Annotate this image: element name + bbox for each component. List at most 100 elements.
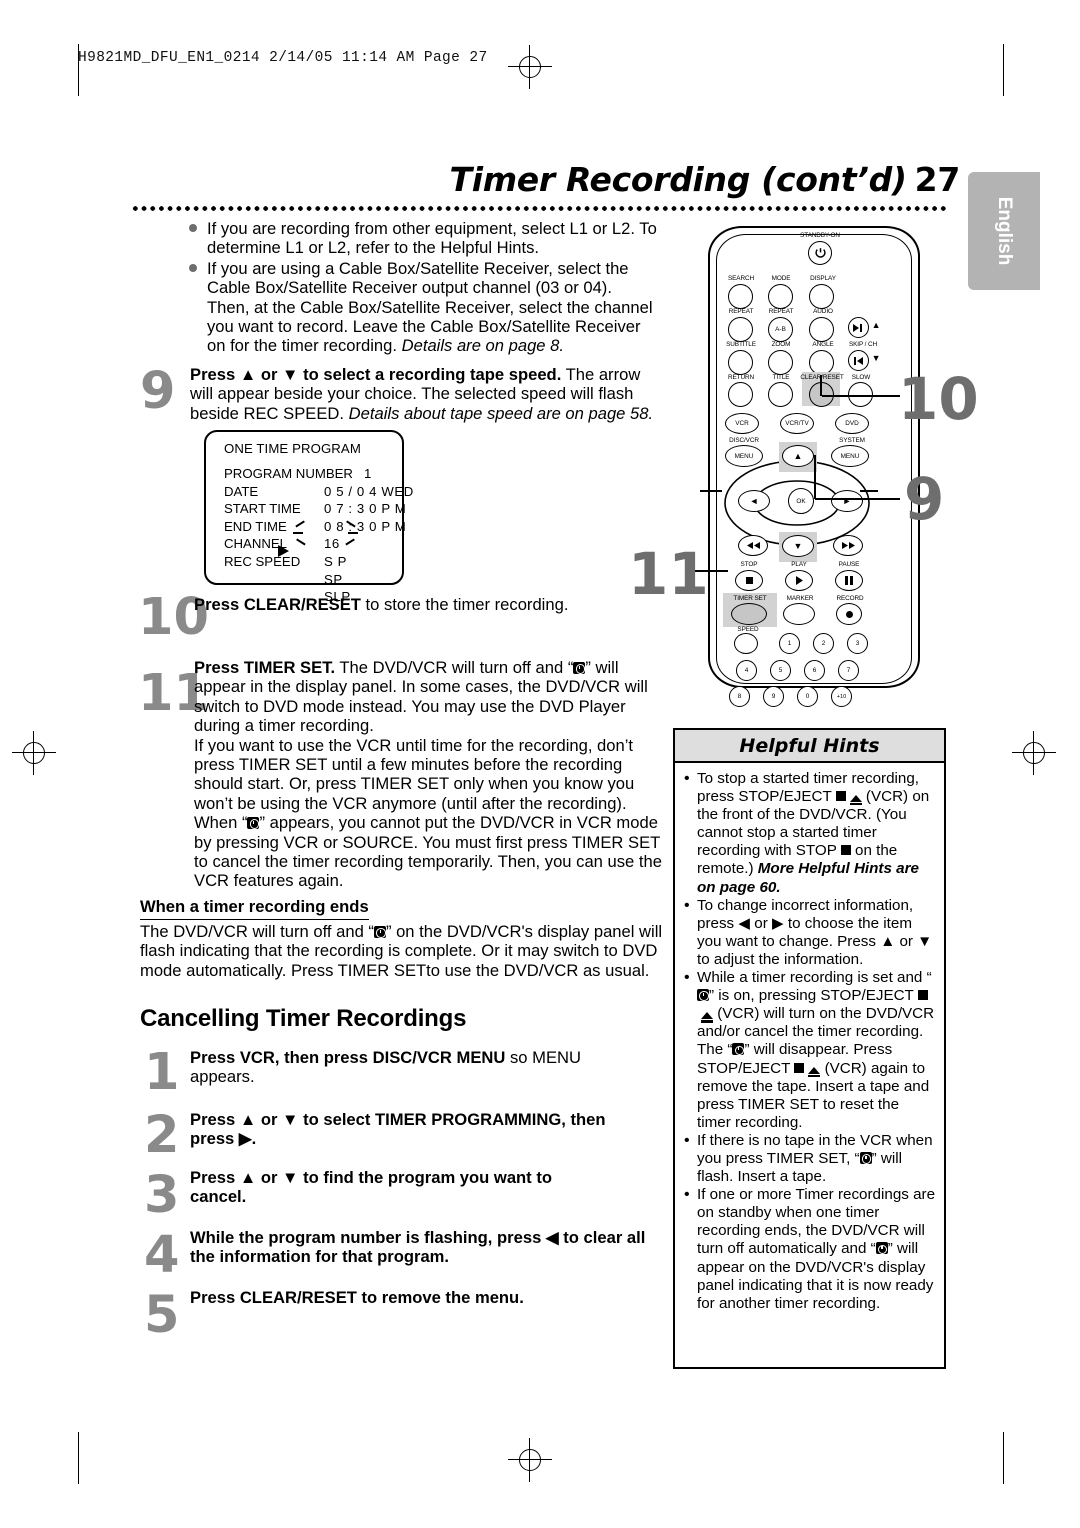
remote-button-return[interactable] <box>728 382 753 407</box>
remote-button-search[interactable] <box>728 284 753 309</box>
remote-button-vcr-tv-text: VCR/TV <box>785 420 809 427</box>
remote-button-dpad-left[interactable]: ◄ <box>738 490 770 512</box>
remote-label-search: SEARCH <box>727 275 755 282</box>
step-10-rest: to store the timer recording. <box>360 595 569 614</box>
remote-label-channel-up-arrow: ▲ <box>871 320 881 330</box>
stop-square-icon <box>835 791 846 802</box>
intro-bullet-list: If you are recording from other equipmen… <box>188 219 658 356</box>
remote-button-skip-down[interactable] <box>848 350 869 371</box>
remote-button-play[interactable] <box>785 570 813 591</box>
remote-button-dpad-down[interactable]: ▼ <box>782 535 814 557</box>
bullet-dot-icon: • <box>684 896 690 914</box>
key-label: +10 <box>836 693 847 700</box>
callout-number-9: 9 <box>904 465 945 533</box>
remote-button-vcr[interactable]: VCR <box>725 413 759 434</box>
remote-button-mode[interactable] <box>768 284 793 309</box>
remote-button-fast-forward[interactable] <box>833 535 863 556</box>
remote-label-clear-reset: CLEAR/RESET <box>800 374 844 381</box>
remote-button-vcr-tv[interactable]: VCR/TV <box>780 413 814 434</box>
cancel-step-4-text: While the program number is flashing, pr… <box>190 1228 646 1267</box>
remote-button-key-8[interactable]: 8 <box>729 686 750 707</box>
hint-text: To change incorrect information, press ◀… <box>697 896 933 968</box>
bullet-dot-icon <box>189 263 197 272</box>
remote-button-speed[interactable] <box>734 633 758 654</box>
remote-button-key-2[interactable]: 2 <box>813 633 834 654</box>
remote-button-vcr-text: VCR <box>735 420 749 427</box>
osd-row-date: DATE 0 5 / 0 4 WED <box>224 483 413 501</box>
remote-button-dpad-right[interactable]: ► <box>831 490 863 512</box>
remote-button-key-9[interactable]: 9 <box>763 686 784 707</box>
remote-button-dpad-up[interactable]: ▲ <box>782 445 814 467</box>
remote-button-repeat[interactable] <box>728 317 753 342</box>
key-label: 4 <box>744 667 749 674</box>
remote-label-return: RETURN <box>727 374 755 381</box>
osd-title: ONE TIME PROGRAM <box>224 441 361 456</box>
step-11-p2b: ” appears, you cannot put the DVD/VCR in… <box>194 813 662 891</box>
helpful-hints-box: Helpful Hints • To stop a started timer r… <box>673 728 946 1369</box>
power-icon <box>814 247 826 258</box>
osd-row-value: 0 7 : 3 0 P M <box>324 501 407 517</box>
callout-leader-9-right <box>860 490 878 492</box>
remote-label-angle: ANGLE <box>812 341 834 348</box>
remote-button-key-1[interactable]: 1 <box>779 633 800 654</box>
remote-button-repeat-ab-text: A-B <box>775 326 786 333</box>
when-timer-ends-text: The DVD/VCR will turn off and “” on the … <box>140 922 668 980</box>
remote-button-ok[interactable]: OK <box>788 488 814 514</box>
triangle-up-icon: ▲ <box>793 451 803 461</box>
osd-row-speed-option-sp: SP <box>224 571 396 589</box>
remote-button-subtitle[interactable] <box>728 350 753 375</box>
fast-forward-icon <box>841 542 855 549</box>
callout-number-10: 10 <box>898 365 979 433</box>
list-item: If you are using a Cable Box/Satellite R… <box>188 259 658 356</box>
stop-square-icon <box>840 845 851 856</box>
timer-icon <box>373 926 386 938</box>
triangle-left-icon: ◄ <box>749 496 759 506</box>
osd-row-label: END TIME <box>224 518 287 534</box>
stop-square-icon <box>917 990 928 1001</box>
key-label: 7 <box>846 667 851 674</box>
remote-label-skip-ch: SKIP / CH <box>848 341 878 348</box>
remote-button-record[interactable] <box>836 603 862 625</box>
helpful-hints-list: • To stop a started timer recording, pres… <box>675 763 944 1319</box>
timer-icon <box>247 817 260 830</box>
hint-text: ” is on, pressing STOP/EJECT <box>709 987 918 1005</box>
remote-button-key-5[interactable]: 5 <box>770 660 791 681</box>
eject-triangle-icon <box>808 1066 821 1077</box>
remote-button-pause[interactable] <box>835 570 863 591</box>
remote-button-key-6[interactable]: 6 <box>804 660 825 681</box>
remote-label-repeat: REPEAT <box>728 308 754 315</box>
remote-button-key-+10[interactable]: +10 <box>831 686 852 707</box>
callout-leader-9 <box>815 498 900 500</box>
remote-button-key-3[interactable]: 3 <box>847 633 868 654</box>
key-label: 9 <box>771 693 776 700</box>
remote-label-mode: MODE <box>771 275 791 282</box>
remote-button-dvd[interactable]: DVD <box>835 413 869 434</box>
remote-label-repeat-ab: REPEAT <box>768 308 794 315</box>
remote-button-skip-up[interactable] <box>848 317 869 338</box>
remote-label-play: PLAY <box>791 561 807 568</box>
remote-label-stop: STOP <box>740 561 758 568</box>
remote-button-marker[interactable] <box>783 603 815 625</box>
step-10-bold: Press CLEAR/RESET <box>194 595 361 614</box>
when-ends-text-a: The DVD/VCR will turn off and “ <box>140 922 374 941</box>
step-number-c5: 5 <box>144 1286 180 1345</box>
step-number-c2: 2 <box>144 1106 180 1165</box>
remote-label-channel-down-arrow: ▼ <box>871 353 881 363</box>
remote-button-display[interactable] <box>809 284 834 309</box>
remote-button-stop[interactable] <box>735 570 763 591</box>
step-9-text: Press ▲ or ▼ to select a recording tape … <box>190 365 660 423</box>
remote-button-zoom[interactable] <box>768 350 793 375</box>
osd-row-label: DATE <box>224 483 259 499</box>
remote-button-key-4[interactable]: 4 <box>736 660 757 681</box>
triangle-down-icon: ▼ <box>793 541 803 551</box>
remote-button-audio[interactable] <box>809 317 834 342</box>
remote-label-display: DISPLAY <box>810 275 836 282</box>
remote-button-repeat-ab[interactable]: A-B <box>768 317 793 342</box>
remote-button-rewind[interactable] <box>738 535 768 556</box>
remote-button-standby-on[interactable] <box>808 241 832 265</box>
remote-button-timer-set[interactable] <box>731 603 767 625</box>
remote-button-title[interactable] <box>768 382 793 407</box>
remote-button-key-0[interactable]: 0 <box>797 686 818 707</box>
remote-button-key-7[interactable]: 7 <box>838 660 859 681</box>
bullet-dot-icon: • <box>684 1186 690 1204</box>
